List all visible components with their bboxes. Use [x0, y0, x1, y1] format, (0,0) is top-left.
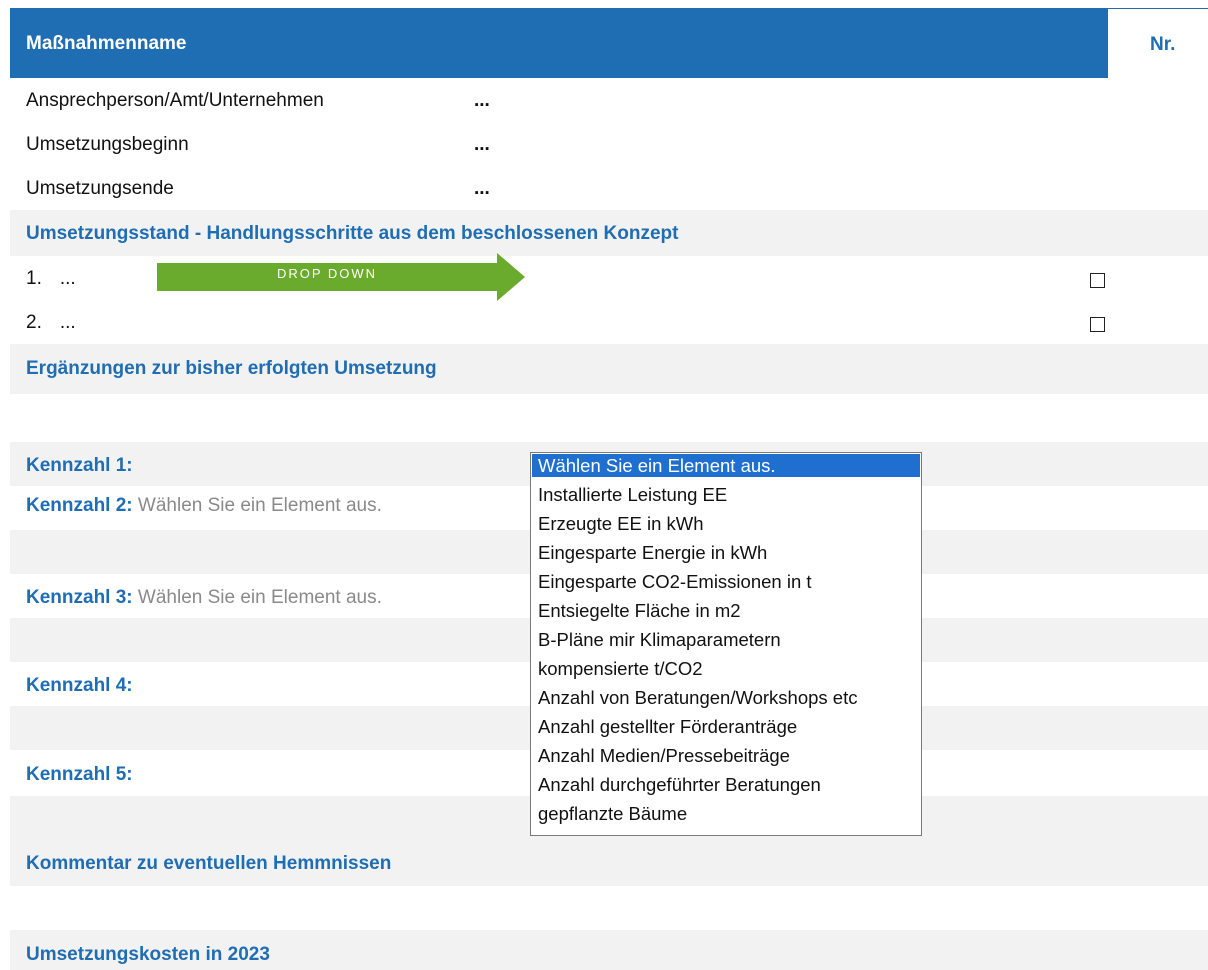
step-2[interactable]: 2.... [26, 312, 76, 334]
comment-section-title: Kommentar zu eventuellen Hemmnissen [26, 853, 392, 874]
arrow-label: DROP DOWN [276, 266, 378, 281]
kennzahl-1-label: Kennzahl 1: [26, 455, 133, 476]
end-value[interactable]: ... [474, 178, 490, 200]
comment-input-row[interactable] [10, 886, 1208, 930]
dropdown-option[interactable]: gepflanzte Bäume [532, 802, 920, 825]
end-row: Umsetzungsende ... [10, 166, 1208, 210]
dropdown-option[interactable]: Wählen Sie ein Element aus. [532, 454, 920, 477]
kennzahl-1: Kennzahl 1: [26, 455, 133, 477]
comment-section-row: Kommentar zu eventuellen Hemmnissen [10, 840, 1208, 886]
dropdown-option[interactable]: B-Pläne mir Klimaparametern [532, 628, 920, 651]
supplement-section-title: Ergänzungen zur bisher erfolgten Umsetzu… [26, 358, 437, 379]
dropdown-option[interactable]: Eingesparte CO2-Emissionen in t [532, 570, 920, 593]
kennzahl-5: Kennzahl 5: [26, 764, 133, 786]
status-section-title: Umsetzungsstand - Handlungsschritte aus … [26, 223, 679, 244]
step-2-number: 2. [26, 312, 42, 333]
kennzahl-2-label: Kennzahl 2: [26, 495, 133, 516]
dropdown-option[interactable]: Erzeugte EE in kWh [532, 512, 920, 535]
measure-name-title: Maßnahmenname [26, 33, 187, 54]
number-header: Nr. [1108, 8, 1208, 78]
dropdown-option[interactable]: Anzahl von Beratungen/Workshops etc [532, 686, 920, 709]
start-row: Umsetzungsbeginn ... [10, 122, 1208, 166]
step-2-text: ... [59, 312, 76, 333]
kennzahl-4: Kennzahl 4: [26, 675, 133, 697]
supplement-section-row: Ergänzungen zur bisher erfolgten Umsetzu… [10, 344, 1208, 394]
kennzahl-3: Kennzahl 3: Wählen Sie ein Element aus. [26, 587, 382, 609]
kennzahl-3-select[interactable]: Wählen Sie ein Element aus. [138, 587, 382, 608]
step-1-checkbox[interactable] [1090, 273, 1105, 288]
kennzahl-dropdown-list[interactable]: Wählen Sie ein Element aus. Installierte… [530, 452, 922, 836]
number-label: Nr. [1150, 34, 1176, 55]
measure-form: Maßnahmenname Nr. Ansprechperson/Amt/Unt… [10, 8, 1208, 970]
kennzahl-3-label: Kennzahl 3: [26, 587, 133, 608]
dropdown-option[interactable]: Anzahl gestellter Förderanträge [532, 715, 920, 738]
step-row-2: 2.... [10, 300, 1208, 344]
start-label: Umsetzungsbeginn [26, 134, 189, 155]
step-1[interactable]: 1.... [26, 268, 76, 290]
end-label: Umsetzungsende [26, 178, 174, 199]
kennzahl-5-label: Kennzahl 5: [26, 764, 133, 785]
dropdown-annotation-arrow: DROP DOWN [157, 253, 525, 301]
arrow-head [497, 253, 525, 301]
dropdown-option[interactable]: Installierte Leistung EE [532, 483, 920, 506]
supplement-input-row[interactable] [10, 394, 1208, 442]
dropdown-option[interactable]: Anzahl durchgeführter Beratungen [532, 773, 920, 796]
costs-section-row: Umsetzungskosten in 2023 [10, 930, 1208, 970]
dropdown-option[interactable]: kompensierte t/CO2 [532, 657, 920, 680]
step-2-checkbox[interactable] [1090, 317, 1105, 332]
costs-section-title: Umsetzungskosten in 2023 [26, 944, 270, 965]
kennzahl-4-label: Kennzahl 4: [26, 675, 133, 696]
step-1-number: 1. [26, 268, 42, 289]
contact-label: Ansprechperson/Amt/Unternehmen [26, 90, 324, 111]
dropdown-option[interactable]: Entsiegelte Fläche in m2 [532, 599, 920, 622]
status-section-row: Umsetzungsstand - Handlungsschritte aus … [10, 210, 1208, 256]
dropdown-option[interactable]: Eingesparte Energie in kWh [532, 541, 920, 564]
kennzahl-2: Kennzahl 2: Wählen Sie ein Element aus. [26, 495, 382, 517]
contact-value[interactable]: ... [474, 90, 490, 112]
measure-name-header: Maßnahmenname [10, 8, 1108, 78]
form-header: Maßnahmenname Nr. [10, 8, 1208, 78]
start-value[interactable]: ... [474, 134, 490, 156]
kennzahl-2-select[interactable]: Wählen Sie ein Element aus. [138, 495, 382, 516]
step-1-text: ... [59, 268, 76, 289]
dropdown-option[interactable]: Anzahl Medien/Pressebeiträge [532, 744, 920, 767]
contact-row: Ansprechperson/Amt/Unternehmen ... [10, 78, 1208, 122]
